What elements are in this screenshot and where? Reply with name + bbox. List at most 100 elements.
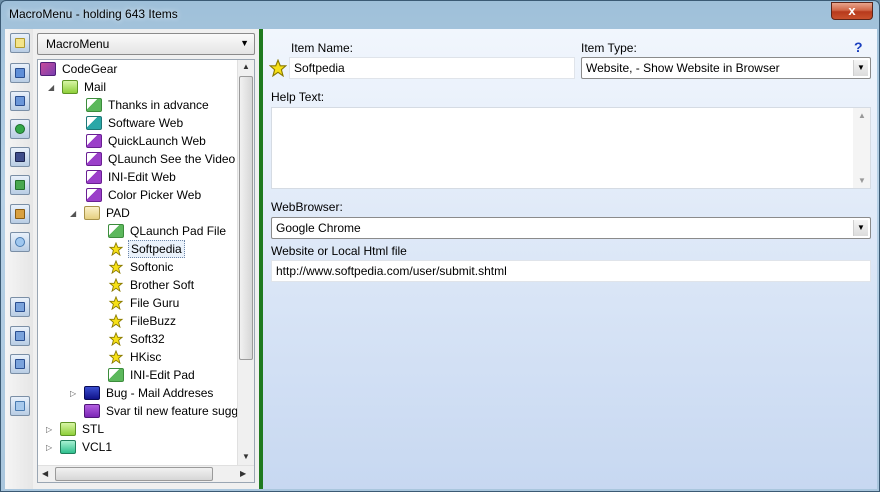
item-type-select[interactable]: Website, - Show Website in Browser ▼ <box>581 57 871 79</box>
help-icon[interactable]: ? <box>854 39 863 55</box>
scroll-down-icon[interactable]: ▼ <box>858 176 866 185</box>
star-icon[interactable] <box>269 59 287 77</box>
star-icon <box>108 349 124 364</box>
webbrowser-value: Google Chrome <box>276 221 361 235</box>
expand-icon[interactable]: ▷ <box>46 425 52 434</box>
doc-green-icon <box>108 367 124 382</box>
move-down-button[interactable] <box>10 354 30 374</box>
tree-vertical-scrollbar[interactable]: ▲ ▼ <box>237 60 254 466</box>
help-text-area[interactable]: ▲ ▼ <box>271 107 871 189</box>
macro-tree[interactable]: CodeGear ◢ Mail Thanks in advance Softwa… <box>37 59 255 483</box>
tree-node-label: Softonic <box>130 260 174 274</box>
doc-green-icon <box>86 97 102 112</box>
refresh-button[interactable] <box>10 119 30 139</box>
find-button[interactable] <box>10 232 30 252</box>
tree-node-label: QuickLaunch Web <box>108 134 206 148</box>
tree-vscroll-thumb[interactable] <box>239 76 253 360</box>
tree-node-label: QLaunch Pad File <box>130 224 227 238</box>
tree-node-label: Bug - Mail Addreses <box>106 386 214 400</box>
tree-node-label: FileBuzz <box>130 314 177 328</box>
collapse-icon[interactable]: ◢ <box>70 209 76 218</box>
tree-node-softpedia[interactable]: Softpedia <box>108 240 185 258</box>
website-label: Website or Local Html file <box>271 244 407 258</box>
move-right-button[interactable] <box>10 326 30 346</box>
tree-node-qlaunch-video[interactable]: QLaunch See the Video <box>86 150 237 168</box>
tree-node-label: File Guru <box>130 296 180 310</box>
tree-node-brother-soft[interactable]: Brother Soft <box>108 276 196 294</box>
item-type-value: Website, - Show Website in Browser <box>586 61 780 75</box>
item-name-input[interactable]: Softpedia <box>289 57 575 79</box>
tree-node-stl[interactable]: STL <box>60 420 106 438</box>
tree-node-quicklaunch-web[interactable]: QuickLaunch Web <box>86 132 208 150</box>
chevron-down-icon[interactable]: ▼ <box>853 60 868 76</box>
new-item-button[interactable] <box>10 33 30 53</box>
tree-node-label: INI-Edit Pad <box>130 368 195 382</box>
item-editor-panel: Item Name: Item Type: ? Softpedia Websit… <box>263 29 877 489</box>
tree-hscroll-thumb[interactable] <box>55 467 213 481</box>
move-up-icon <box>15 302 25 312</box>
tree-node-label: Mail <box>84 80 107 94</box>
move-down-icon <box>15 359 25 369</box>
move-up-button[interactable] <box>10 297 30 317</box>
tree-node-color-picker-web[interactable]: Color Picker Web <box>86 186 203 204</box>
close-button[interactable]: x <box>831 2 873 20</box>
title-bar[interactable]: MacroMenu - holding 643 Items x <box>1 1 879 29</box>
tree-node-hkisc[interactable]: HKisc <box>108 348 163 366</box>
tree-node-label: Softpedia <box>128 240 185 258</box>
tree-node-vcl1[interactable]: VCL1 <box>60 438 114 456</box>
tree-node-label: HKisc <box>130 350 162 364</box>
webbrowser-select[interactable]: Google Chrome ▼ <box>271 217 871 239</box>
properties-button[interactable] <box>10 204 30 224</box>
scroll-down-icon[interactable]: ▼ <box>242 452 250 461</box>
tree-horizontal-scrollbar[interactable]: ◀ ▶ <box>38 465 254 482</box>
tree-node-software-web[interactable]: Software Web <box>86 114 185 132</box>
tree-node-ini-edit-web[interactable]: INI-Edit Web <box>86 168 178 186</box>
item-type-label: Item Type: <box>581 41 637 55</box>
scroll-left-icon[interactable]: ◀ <box>42 469 48 478</box>
scroll-right-icon[interactable]: ▶ <box>240 469 246 478</box>
open-folder-button[interactable] <box>10 63 30 83</box>
star-icon <box>108 295 124 310</box>
tree-node-thanks-in-advance[interactable]: Thanks in advance <box>86 96 211 114</box>
website-input[interactable]: http://www.softpedia.com/user/submit.sht… <box>271 260 871 282</box>
star-icon <box>108 331 124 346</box>
new-item-icon <box>15 38 25 48</box>
macromenu-combo[interactable]: MacroMenu ▼ <box>37 33 255 55</box>
tree-node-label: PAD <box>106 206 130 220</box>
tree-node-label: Svar til new feature suggestion <box>106 404 255 418</box>
help-text-scrollbar[interactable]: ▲ ▼ <box>853 108 870 188</box>
tree-node-ini-edit-pad[interactable]: INI-Edit Pad <box>108 366 197 384</box>
move-right-icon <box>15 331 25 341</box>
collapse-icon[interactable]: ◢ <box>48 83 54 92</box>
folder-tan-icon <box>84 205 100 220</box>
tree-node-mail[interactable]: Mail <box>62 78 108 96</box>
copy-button[interactable] <box>10 396 30 416</box>
tree-node-svar[interactable]: Svar til new feature suggestion <box>84 402 255 420</box>
left-toolbar <box>5 29 33 489</box>
tree-node-pad[interactable]: PAD <box>84 204 132 222</box>
tree-node-codegear[interactable]: CodeGear <box>40 60 119 78</box>
expand-icon[interactable]: ▷ <box>46 443 52 452</box>
tree-node-bug-mail[interactable]: Bug - Mail Addreses <box>84 384 215 402</box>
tree-node-file-guru[interactable]: File Guru <box>108 294 181 312</box>
refresh-icon <box>15 124 25 134</box>
chevron-down-icon[interactable]: ▼ <box>853 220 868 236</box>
scroll-up-icon[interactable]: ▲ <box>242 62 250 71</box>
tree-node-label: STL <box>82 422 105 436</box>
save-button[interactable] <box>10 147 30 167</box>
tree-node-qlaunch-pad-file[interactable]: QLaunch Pad File <box>108 222 228 240</box>
tree-node-filebuzz[interactable]: FileBuzz <box>108 312 178 330</box>
scroll-up-icon[interactable]: ▲ <box>858 111 866 120</box>
doc-teal-icon <box>86 115 102 130</box>
doc-purple-icon <box>86 133 102 148</box>
tree-node-label: INI-Edit Web <box>108 170 176 184</box>
edit-button[interactable] <box>10 175 30 195</box>
save-icon <box>15 152 25 162</box>
folder-up-button[interactable] <box>10 91 30 111</box>
tree-node-soft32[interactable]: Soft32 <box>108 330 167 348</box>
tree-node-softonic[interactable]: Softonic <box>108 258 175 276</box>
chevron-down-icon[interactable]: ▼ <box>240 38 249 48</box>
tree-node-label: VCL1 <box>82 440 113 454</box>
expand-icon[interactable]: ▷ <box>70 389 76 398</box>
star-icon <box>108 241 124 256</box>
